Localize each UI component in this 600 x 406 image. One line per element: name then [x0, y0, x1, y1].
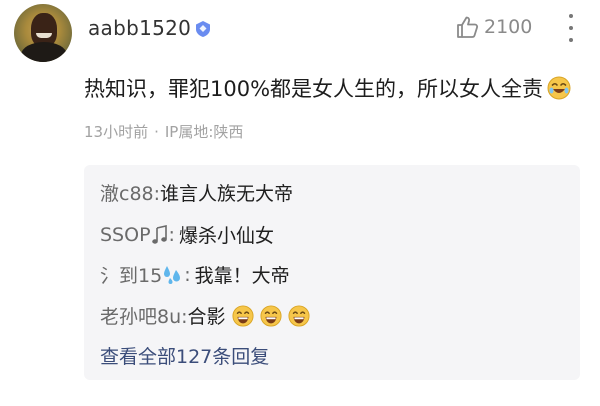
reply-author[interactable]: 老孙吧8u: [100, 302, 188, 329]
dot [569, 14, 573, 18]
reply-author-colon: : [168, 223, 175, 246]
sweat-droplets-icon [164, 265, 181, 284]
reply-text: 爆杀小仙女 [178, 225, 274, 247]
reply-item[interactable]: 澈c88: 谁言人族无大帝 [100, 179, 293, 206]
avatar[interactable] [14, 4, 72, 62]
grinning-face-emoji [260, 304, 282, 327]
verified-shield-icon [196, 21, 210, 37]
comment-text: 热知识，罪犯100%都是女人生的，所以女人全责 [84, 73, 571, 103]
laughing-face-emoji [547, 76, 571, 100]
more-options-button[interactable] [566, 14, 576, 42]
username[interactable]: aabb1520 [88, 16, 191, 40]
reply-text: 谁言人族无大帝 [160, 183, 294, 205]
reply-author[interactable]: 澈c88: [100, 179, 160, 206]
avatar-smile-shape [36, 33, 52, 38]
reply-author-colon: : [184, 263, 191, 286]
reply-author[interactable]: SSOP [100, 224, 151, 246]
thumbs-up-icon [457, 16, 479, 38]
meta-separator: · [154, 123, 159, 141]
grinning-face-emoji [288, 304, 310, 327]
timestamp: 13小时前 [84, 123, 149, 141]
reply-item[interactable]: SSOP : 爆杀小仙女 [100, 221, 274, 248]
reply-item[interactable]: 氵到15 : 我靠！大帝 [100, 261, 290, 288]
music-note-icon [151, 224, 167, 244]
like-button[interactable]: 2100 [454, 14, 532, 40]
dot [569, 26, 573, 30]
reply-item[interactable]: 老孙吧8u: 合影 [100, 302, 310, 329]
replies-panel: 澈c88: 谁言人族无大帝 SSOP : 爆杀小仙女 氵到15 : 我靠！大帝 … [84, 165, 580, 380]
dot [569, 38, 573, 42]
avatar-body-shape [21, 42, 67, 62]
view-all-replies-link[interactable]: 查看全部127条回复 [100, 342, 269, 369]
reply-text: 我靠！大帝 [194, 265, 290, 287]
like-count: 2100 [484, 16, 533, 38]
comment-meta: 13小时前 · IP属地:陕西 [84, 121, 243, 142]
grinning-face-emoji [232, 304, 254, 327]
ip-location: IP属地:陕西 [164, 123, 244, 141]
reply-author[interactable]: 氵到15 [100, 261, 162, 288]
comment-body: 热知识，罪犯100%都是女人生的，所以女人全责 [84, 77, 544, 101]
reply-text: 合影 [187, 306, 226, 328]
